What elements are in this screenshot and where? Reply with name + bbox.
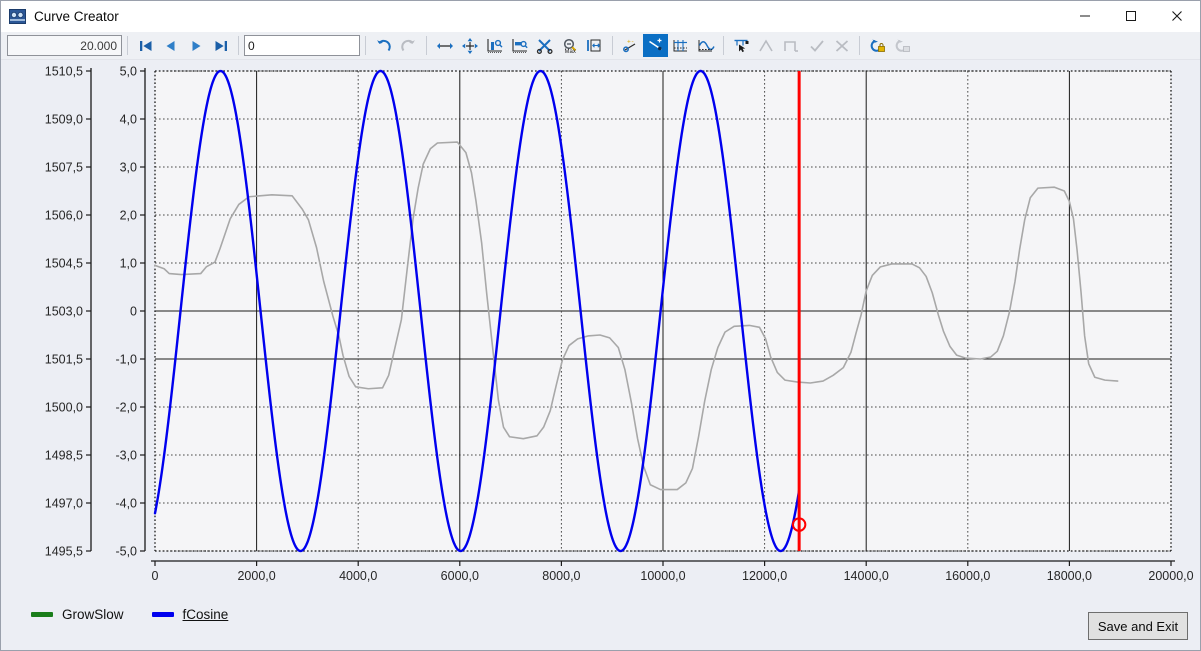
x-axis-tick-label: 10000,0 <box>640 569 685 583</box>
toolbar-separator <box>723 36 724 55</box>
x-axis-tick-label: 16000,0 <box>945 569 990 583</box>
svg-text:+: + <box>627 38 631 45</box>
toolbar-separator <box>612 36 613 55</box>
inner-y-axis-tick-label: 3,0 <box>120 161 137 175</box>
inner-y-axis-tick-label: -1,0 <box>115 353 137 367</box>
window-title: Curve Creator <box>34 8 119 24</box>
legend-color-swatch <box>151 612 174 617</box>
x-axis-tick-label: 6000,0 <box>441 569 479 583</box>
inner-y-axis-tick-label: 5,0 <box>120 65 137 79</box>
legend-label: fCosine <box>182 607 229 622</box>
inner-y-axis-tick-label: -5,0 <box>115 545 137 559</box>
pan-horizontal-button[interactable] <box>432 34 457 57</box>
lock-curve-button[interactable] <box>865 34 890 57</box>
outer-y-axis-tick-label: 1495,5 <box>45 545 83 559</box>
minimize-button[interactable] <box>1062 1 1108 31</box>
toolbar-separator <box>859 36 860 55</box>
inner-y-axis-tick-label: 2,0 <box>120 209 137 223</box>
accept-button <box>804 34 829 57</box>
outer-y-axis-tick-label: 1498,5 <box>45 449 83 463</box>
previous-frame-button[interactable] <box>158 34 183 57</box>
legend-item-fcosine[interactable]: fCosine <box>151 607 229 622</box>
pan-free-button[interactable] <box>457 34 482 57</box>
grid-snap-button[interactable] <box>668 34 693 57</box>
cut-curve-button[interactable] <box>532 34 557 57</box>
fit-y-axis-button[interactable] <box>482 34 507 57</box>
inner-y-axis-tick-label: -4,0 <box>115 497 137 511</box>
first-frame-button[interactable] <box>133 34 158 57</box>
outer-y-axis-tick-label: 1503,0 <box>45 305 83 319</box>
outer-y-axis-tick-label: 1506,0 <box>45 209 83 223</box>
x-axis-tick-label: 8000,0 <box>542 569 580 583</box>
x-axis-tick-label: 0 <box>152 569 159 583</box>
x-axis-tick-label: 20000,0 <box>1148 569 1193 583</box>
inner-y-axis-tick-label: 1,0 <box>120 257 137 271</box>
pulse-shape-button <box>779 34 804 57</box>
unlock-curve-button <box>890 34 915 57</box>
x-axis-tick-label: 12000,0 <box>742 569 787 583</box>
line-segment-button[interactable] <box>643 34 668 57</box>
ramp-shape-button <box>754 34 779 57</box>
curve-creator-icon <box>9 8 26 25</box>
step-size-input[interactable]: 20.000 <box>7 35 122 56</box>
smooth-curve-button[interactable] <box>693 34 718 57</box>
zoom-max-button[interactable]: Max <box>557 34 582 57</box>
last-frame-button[interactable] <box>208 34 233 57</box>
curve-creator-window: Curve Creator 20.000 0 Max + - 5,0 4,0 3… <box>0 0 1201 651</box>
inner-y-axis-tick-label: -2,0 <box>115 401 137 415</box>
toolbar: 20.000 0 Max + - <box>1 32 1200 60</box>
outer-y-axis-tick-label: 1500,0 <box>45 401 83 415</box>
toolbar-separator <box>127 36 128 55</box>
toolbar-separator <box>365 36 366 55</box>
outer-y-axis-tick-label: 1507,5 <box>45 161 83 175</box>
outer-y-axis-tick-label: 1504,5 <box>45 257 83 271</box>
svg-text:Max: Max <box>564 49 575 54</box>
add-point-button[interactable]: + - <box>618 34 643 57</box>
inner-y-axis-tick-label: -3,0 <box>115 449 137 463</box>
frame-index-input[interactable]: 0 <box>244 35 360 56</box>
inner-y-axis-tick-label: 4,0 <box>120 113 137 127</box>
window-controls <box>1062 1 1200 31</box>
x-axis-tick-label: 4000,0 <box>339 569 377 583</box>
redo-button <box>396 34 421 57</box>
save-and-exit-button[interactable]: Save and Exit <box>1088 612 1188 640</box>
undo-button[interactable] <box>371 34 396 57</box>
maximize-button[interactable] <box>1108 1 1154 31</box>
inner-y-axis-tick-label: 0 <box>130 305 137 319</box>
x-axis-tick-label: 18000,0 <box>1047 569 1092 583</box>
select-point-button[interactable] <box>729 34 754 57</box>
legend-label: GrowSlow <box>62 607 124 622</box>
toolbar-separator <box>238 36 239 55</box>
close-button[interactable] <box>1154 1 1200 31</box>
legend-color-swatch <box>31 612 53 617</box>
outer-y-axis-tick-label: 1510,5 <box>45 65 83 79</box>
fit-x-axis-button[interactable] <box>507 34 532 57</box>
curve-legend: GrowSlow fCosine <box>31 607 228 622</box>
x-axis-tick-label: 2000,0 <box>237 569 275 583</box>
curve-plot-area[interactable]: 5,0 4,0 3,0 2,0 1,0 0 -1,0 -2,0 -3,0 -4,0 -5,0 1510… <box>1 59 1201 594</box>
outer-y-axis-tick-label: 1497,0 <box>45 497 83 511</box>
zoom-range-button[interactable] <box>582 34 607 57</box>
reject-button <box>829 34 854 57</box>
outer-y-axis-tick-label: 1501,5 <box>45 353 83 367</box>
next-frame-button[interactable] <box>183 34 208 57</box>
toolbar-separator <box>426 36 427 55</box>
outer-y-axis-tick-label: 1509,0 <box>45 113 83 127</box>
legend-item-growslow[interactable]: GrowSlow <box>31 607 124 622</box>
x-axis-tick-label: 14000,0 <box>844 569 889 583</box>
title-bar: Curve Creator <box>1 1 1200 32</box>
